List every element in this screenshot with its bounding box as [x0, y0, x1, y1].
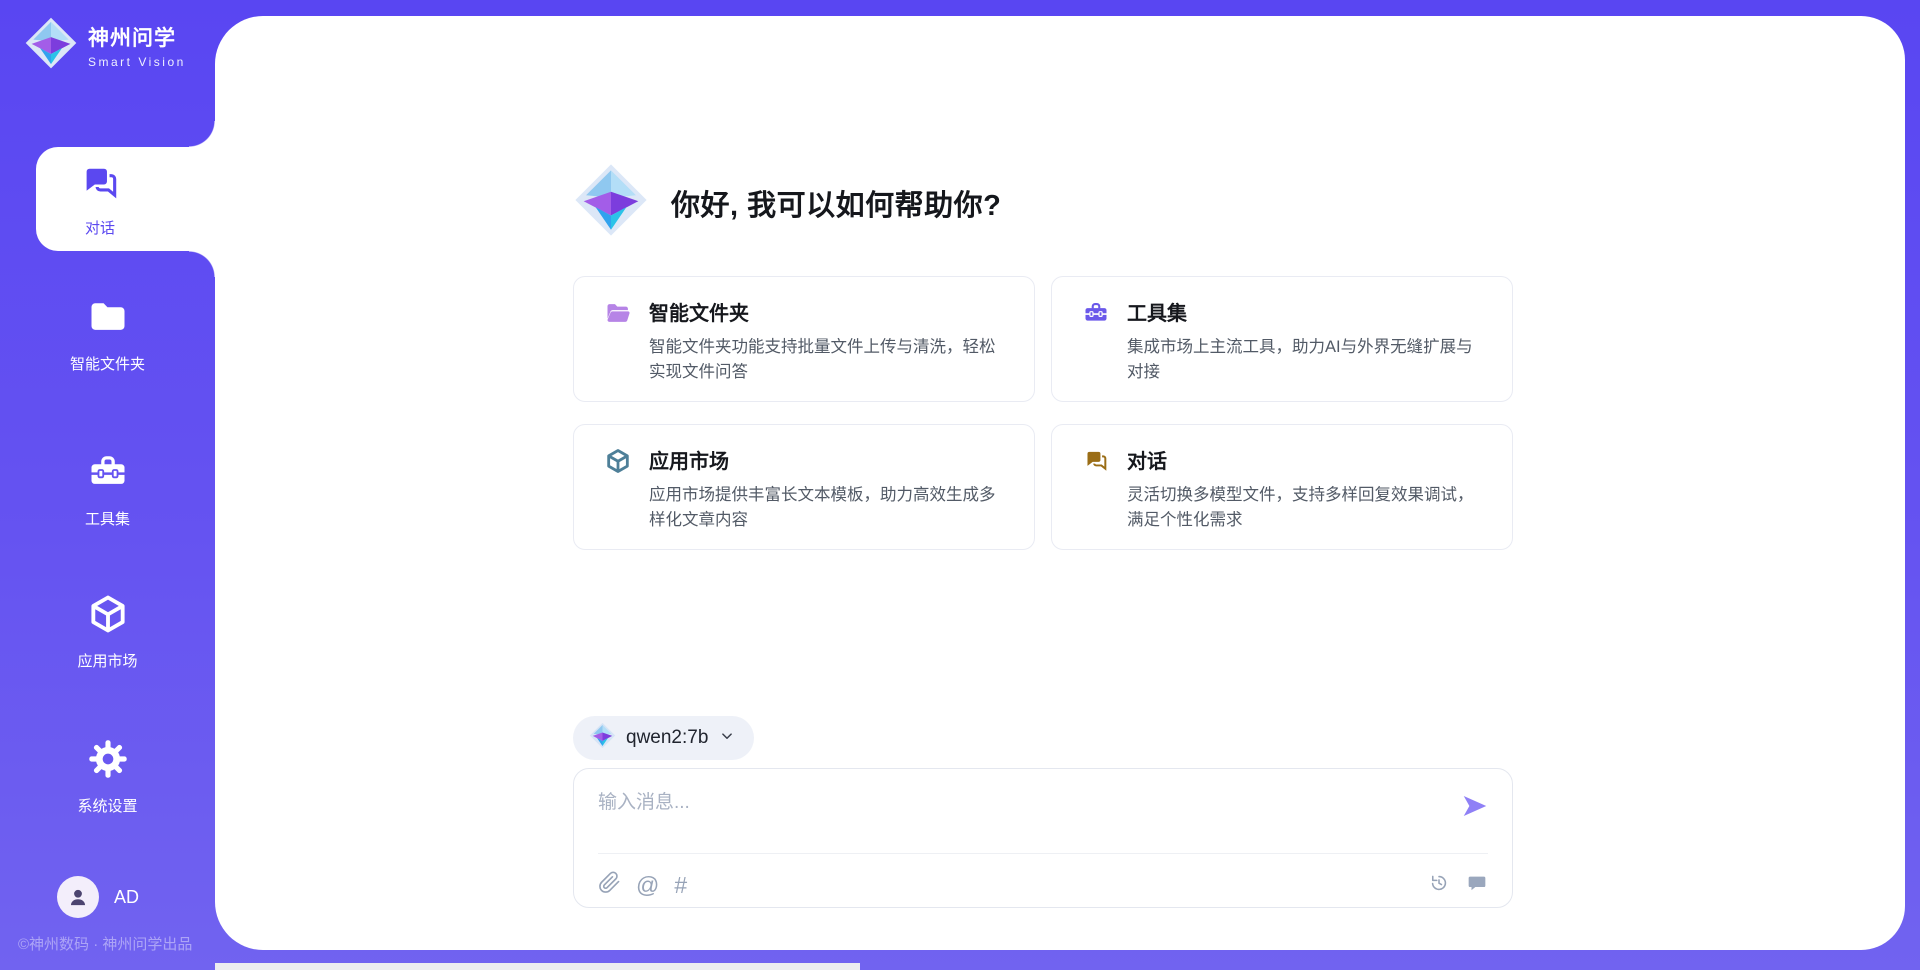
hash-icon[interactable]: # [674, 874, 687, 897]
card-title: 对话 [1127, 445, 1484, 474]
paperclip-icon[interactable] [598, 871, 621, 899]
chat-icon [1082, 445, 1110, 549]
brand-text: 神州问学 Smart Vision [88, 22, 186, 69]
diamond-logo-icon [589, 722, 616, 754]
sidebar-item-smart-folder[interactable]: 智能文件夹 [0, 295, 215, 374]
folder-open-icon [604, 297, 632, 401]
diamond-logo-icon [24, 16, 78, 75]
card-description: 应用市场提供丰富长文本模板，助力高效生成多样化文章内容 [649, 483, 1006, 533]
model-name: qwen2:7b [626, 727, 708, 749]
chevron-down-icon [718, 727, 736, 750]
card-body: 智能文件夹 智能文件夹功能支持批量文件上传与清洗，轻松实现文件问答 [649, 297, 1006, 401]
card-body: 工具集 集成市场上主流工具，助力AI与外界无缝扩展与对接 [1127, 297, 1484, 401]
card-toolset[interactable]: 工具集 集成市场上主流工具，助力AI与外界无缝扩展与对接 [1051, 276, 1513, 402]
composer-toolbar: @ # [598, 865, 1488, 905]
at-sign-icon[interactable]: @ [636, 874, 659, 897]
sidebar-item-app-market[interactable]: 应用市场 [0, 592, 215, 671]
greeting: 你好, 我可以如何帮助你? [573, 162, 1001, 243]
card-title: 智能文件夹 [649, 297, 1006, 326]
greeting-title: 你好, 我可以如何帮助你? [671, 182, 1001, 224]
copyright-footer: ©神州数码 · 神州问学出品 [18, 933, 192, 954]
send-icon[interactable] [1460, 791, 1490, 826]
card-smart-folder[interactable]: 智能文件夹 智能文件夹功能支持批量文件上传与清洗，轻松实现文件问答 [573, 276, 1035, 402]
brand-logo: 神州问学 Smart Vision [24, 16, 186, 75]
card-body: 对话 灵活切换多模型文件，支持多样回复效果调试，满足个性化需求 [1127, 445, 1484, 549]
user-name: AD [114, 887, 139, 908]
toolbox-icon [1082, 297, 1110, 401]
model-selector[interactable]: qwen2:7b [573, 716, 754, 760]
gear-icon [86, 737, 130, 786]
brand-subtitle: Smart Vision [88, 55, 186, 69]
user-account[interactable]: AD [57, 876, 139, 918]
main-panel: 你好, 我可以如何帮助你? 智能文件夹 智能文件夹功能支持批量文件上传与清洗，轻… [215, 16, 1905, 950]
brand-name: 神州问学 [88, 22, 186, 52]
sidebar-item-label: 对话 [85, 217, 115, 238]
avatar-person-icon [65, 884, 91, 910]
message-composer: @ # [573, 768, 1513, 908]
card-title: 应用市场 [649, 445, 1006, 474]
sidebar-item-chat[interactable]: 对话 [36, 147, 215, 251]
card-chat[interactable]: 对话 灵活切换多模型文件，支持多样回复效果调试，满足个性化需求 [1051, 424, 1513, 550]
feature-cards: 智能文件夹 智能文件夹功能支持批量文件上传与清洗，轻松实现文件问答 工具集 [573, 276, 1513, 550]
sidebar-item-label: 系统设置 [77, 795, 137, 816]
folder-icon [86, 295, 130, 344]
sidebar-item-label: 应用市场 [77, 650, 137, 671]
cube-icon [86, 592, 130, 641]
composer-divider [598, 853, 1488, 854]
sidebar-item-label: 智能文件夹 [70, 353, 145, 374]
sidebar-item-label: 工具集 [85, 508, 130, 529]
card-body: 应用市场 应用市场提供丰富长文本模板，助力高效生成多样化文章内容 [649, 445, 1006, 549]
chat-icon [78, 161, 122, 210]
diamond-logo-icon [573, 162, 649, 243]
toolbox-icon [86, 450, 130, 499]
message-input[interactable] [598, 787, 1438, 843]
history-icon[interactable] [1428, 872, 1450, 899]
card-description: 集成市场上主流工具，助力AI与外界无缝扩展与对接 [1127, 335, 1484, 385]
card-description: 智能文件夹功能支持批量文件上传与清洗，轻松实现文件问答 [649, 335, 1006, 385]
message-icon[interactable] [1466, 872, 1488, 899]
horizontal-scrollbar[interactable] [215, 963, 860, 970]
avatar [57, 876, 99, 918]
card-description: 灵活切换多模型文件，支持多样回复效果调试，满足个性化需求 [1127, 483, 1484, 533]
sidebar-item-settings[interactable]: 系统设置 [0, 737, 215, 816]
card-app-market[interactable]: 应用市场 应用市场提供丰富长文本模板，助力高效生成多样化文章内容 [573, 424, 1035, 550]
cube-icon [604, 445, 632, 549]
card-title: 工具集 [1127, 297, 1484, 326]
sidebar: 神州问学 Smart Vision 对话 智能文件夹 [0, 0, 215, 970]
sidebar-item-toolset[interactable]: 工具集 [0, 450, 215, 529]
